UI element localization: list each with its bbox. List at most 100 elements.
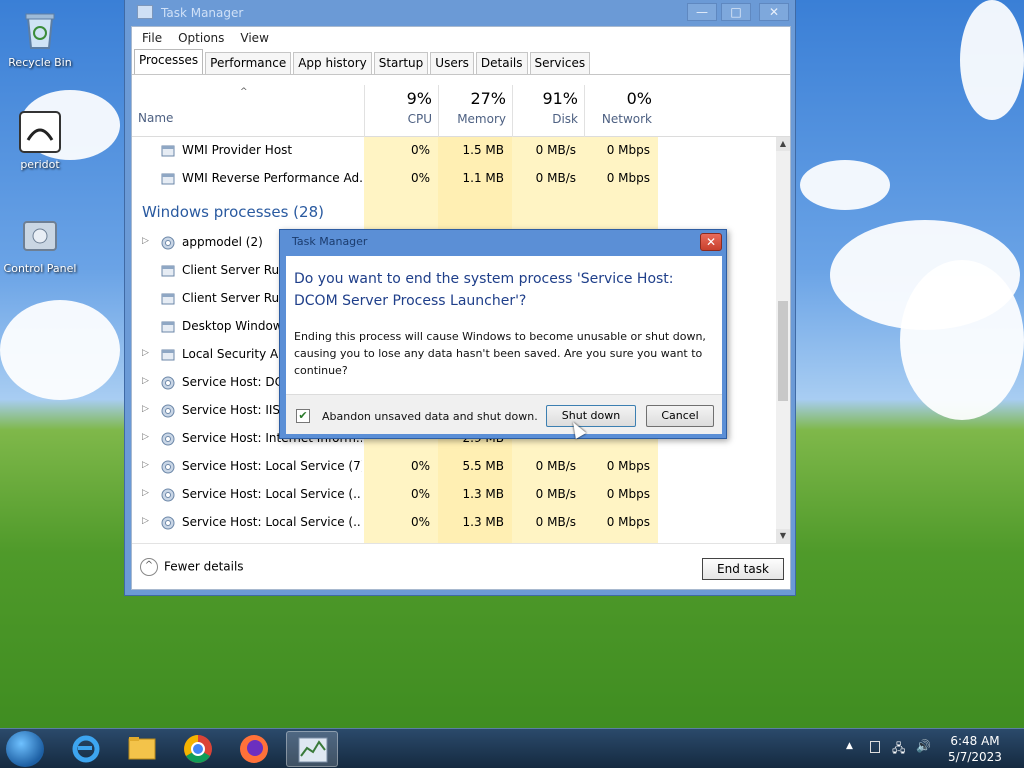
memory-label: Memory — [457, 112, 506, 126]
scroll-thumb[interactable] — [778, 301, 788, 401]
network-icon[interactable]: 🖧 — [892, 739, 905, 760]
control-panel-shortcut[interactable]: Control Panel — [0, 214, 80, 275]
process-row[interactable]: ▷ Service Host: Local Service (... 0% 1.3 M… — [132, 509, 776, 537]
process-network: 0 Mbps — [606, 515, 650, 529]
service-gear-icon — [160, 403, 176, 419]
cancel-button[interactable]: Cancel — [646, 405, 714, 427]
menu-options[interactable]: Options — [170, 31, 232, 45]
expand-chevron-icon[interactable]: ▷ — [142, 432, 149, 442]
cpu-percent: 9% — [406, 89, 432, 108]
end-process-dialog: Task Manager ✕ Do you want to end the sy… — [279, 229, 727, 439]
process-row[interactable]: WMI Provider Host 0% 1.5 MB 0 MB/s 0 Mbps — [132, 137, 776, 165]
taskbar-task-manager[interactable] — [286, 731, 338, 767]
process-cpu: 0% — [410, 143, 430, 157]
dialog-message: Ending this process will cause Windows t… — [294, 330, 706, 377]
process-memory: 5.5 MB — [462, 459, 504, 473]
column-cpu[interactable]: 9% CPU — [364, 85, 438, 137]
taskbar-file-explorer[interactable] — [116, 731, 168, 767]
process-row[interactable]: ▷ Service Host: Local Service (... 0% 1.3 M… — [132, 481, 776, 509]
process-row[interactable]: WMI Reverse Performance Ad... 0% 1.1 MB 0 M… — [132, 165, 776, 193]
menu-view[interactable]: View — [232, 31, 276, 45]
title-bar[interactable]: Task Manager — □ ✕ — [125, 0, 795, 26]
expand-chevron-icon[interactable]: ▷ — [142, 488, 149, 498]
menu-file[interactable]: File — [134, 31, 170, 45]
expand-chevron-icon[interactable]: ▷ — [142, 236, 149, 246]
close-button[interactable]: ✕ — [759, 3, 789, 21]
dialog-close-button[interactable]: ✕ — [700, 233, 722, 251]
volume-icon[interactable]: 🔊 — [916, 739, 931, 753]
task-manager-app-icon — [137, 5, 153, 19]
scroll-up-arrow-icon[interactable]: ▲ — [776, 137, 790, 151]
folder-icon — [128, 737, 156, 760]
internet-explorer-icon — [72, 735, 100, 763]
tab-app-history[interactable]: App history — [293, 52, 372, 74]
service-gear-icon — [160, 487, 176, 503]
process-name: Service Host: Local Service (7) — [182, 459, 362, 473]
show-hidden-icons-icon[interactable]: ▲ — [846, 741, 853, 751]
process-name: Service Host: Local Service (... — [182, 487, 362, 501]
tab-details[interactable]: Details — [475, 52, 528, 74]
column-memory[interactable]: 27% Memory — [438, 85, 512, 137]
memory-percent: 27% — [470, 89, 506, 108]
process-cpu: 0% — [410, 487, 430, 501]
action-center-icon[interactable] — [870, 741, 880, 753]
control-panel-label: Control Panel — [3, 262, 77, 275]
firefox-icon — [240, 735, 268, 763]
process-disk: 0 MB/s — [535, 143, 576, 157]
peridot-label: peridot — [20, 158, 60, 171]
dialog-title: Task Manager — [292, 235, 368, 248]
process-network: 0 Mbps — [606, 459, 650, 473]
process-cpu: 0% — [410, 515, 430, 529]
network-percent: 0% — [626, 89, 652, 108]
tab-startup[interactable]: Startup — [373, 52, 429, 74]
chevron-up-icon: ^ — [140, 558, 158, 576]
tab-users[interactable]: Users — [430, 52, 474, 74]
expand-chevron-icon[interactable]: ▷ — [142, 348, 149, 358]
minimize-button[interactable]: — — [687, 3, 717, 21]
recycle-bin-shortcut[interactable]: Recycle Bin — [0, 8, 80, 69]
control-panel-icon — [18, 214, 62, 258]
process-network: 0 Mbps — [606, 171, 650, 185]
vertical-scrollbar[interactable]: ▲ ▼ — [776, 137, 790, 543]
process-name: WMI Reverse Performance Ad... — [182, 171, 362, 185]
process-cpu: 0% — [410, 171, 430, 185]
column-name[interactable]: Name — [138, 111, 173, 125]
footer: ^ Fewer details End task — [132, 543, 790, 589]
process-icon — [160, 263, 176, 279]
column-network[interactable]: 0% Network — [584, 85, 658, 137]
disk-label: Disk — [552, 112, 578, 126]
end-task-button[interactable]: End task — [702, 558, 784, 580]
process-icon — [160, 171, 176, 187]
process-disk: 0 MB/s — [535, 171, 576, 185]
fewer-details-label: Fewer details — [164, 559, 244, 574]
taskbar-firefox[interactable] — [228, 731, 280, 767]
abandon-data-checkbox[interactable]: ✔ — [296, 409, 310, 423]
tab-performance[interactable]: Performance — [205, 52, 292, 74]
clock-time: 6:48 AM — [950, 734, 1000, 748]
peridot-shortcut[interactable]: peridot — [0, 110, 80, 171]
start-button[interactable] — [6, 731, 44, 767]
scroll-down-arrow-icon[interactable]: ▼ — [776, 529, 790, 543]
taskbar-chrome[interactable] — [172, 731, 224, 767]
expand-chevron-icon[interactable]: ▷ — [142, 376, 149, 386]
task-manager-icon — [298, 737, 328, 763]
expand-chevron-icon[interactable]: ▷ — [142, 516, 149, 526]
tab-processes[interactable]: Processes — [134, 49, 204, 74]
expand-chevron-icon[interactable]: ▷ — [142, 404, 149, 414]
maximize-button[interactable]: □ — [721, 3, 751, 21]
shut-down-button[interactable]: Shut down — [546, 405, 636, 427]
expand-chevron-icon[interactable]: ▷ — [142, 460, 149, 470]
fewer-details-button[interactable]: ^ Fewer details — [140, 558, 244, 576]
tab-services[interactable]: Services — [529, 52, 591, 74]
clock[interactable]: 6:48 AM 5/7/2023 — [940, 733, 1010, 765]
abandon-data-label[interactable]: Abandon unsaved data and shut down. — [322, 410, 538, 423]
dialog-body: Do you want to end the system process 'S… — [286, 256, 722, 434]
column-header: ^ Name 9% CPU 27% Memory 91% Disk 0% Net… — [132, 85, 790, 137]
recycle-bin-icon — [18, 8, 62, 52]
taskbar: ▲ 🖧 🔊 6:48 AM 5/7/2023 — [0, 728, 1024, 768]
taskbar-internet-explorer[interactable] — [60, 731, 112, 767]
column-disk[interactable]: 91% Disk — [512, 85, 584, 137]
process-icon — [160, 291, 176, 307]
process-row[interactable]: ▷ Service Host: Local Service (7) 0% 5.5 MB… — [132, 453, 776, 481]
cloud — [0, 300, 120, 400]
